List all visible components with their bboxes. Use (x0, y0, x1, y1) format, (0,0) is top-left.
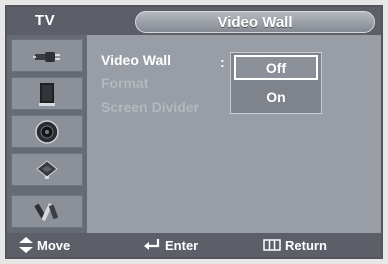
footer-help-bar: Move Enter Return (7, 233, 381, 257)
move-label: Move (37, 237, 71, 253)
osd-menu-panel: TV Video Wall Video Wall: Format Screen… (5, 5, 383, 259)
osd-menu-window: TV Video Wall Video Wall: Format Screen… (0, 0, 388, 264)
menu-item-screen-divider: Screen Divider (101, 99, 200, 115)
sidebar (7, 35, 87, 233)
option-on[interactable]: On (234, 84, 318, 109)
video-wall-dropdown[interactable]: Off On (230, 52, 322, 114)
speaker-icon (35, 119, 59, 144)
enter-arrow-icon (144, 239, 160, 250)
option-off[interactable]: Off (234, 55, 318, 80)
return-hint: Return (263, 233, 327, 257)
up-down-arrow-icon (19, 237, 33, 253)
antenna-plug-icon (33, 51, 60, 62)
sidebar-item-setup[interactable] (11, 153, 83, 186)
page-title: Video Wall (135, 11, 375, 33)
enter-hint: Enter (143, 233, 198, 257)
menu-item-video-wall[interactable]: Video Wall (101, 52, 171, 68)
chip-icon (36, 159, 58, 179)
return-menu-icon (263, 239, 281, 251)
move-hint: Move (19, 233, 70, 257)
section-label: TV (34, 11, 56, 29)
display-panel-icon (39, 82, 55, 106)
sidebar-item-picture[interactable] (11, 77, 83, 110)
sidebar-item-tools[interactable] (11, 195, 83, 228)
tools-icon (34, 202, 58, 221)
sidebar-item-input[interactable] (11, 39, 83, 72)
sidebar-item-sound[interactable] (11, 115, 83, 148)
menu-item-format: Format (101, 75, 149, 91)
return-label: Return (285, 237, 327, 253)
label-separator: : (220, 54, 225, 70)
menu-content: Video Wall : Format Screen Divider Off O… (87, 35, 381, 233)
enter-label: Enter (165, 237, 199, 253)
menu-header: TV Video Wall (7, 7, 381, 35)
